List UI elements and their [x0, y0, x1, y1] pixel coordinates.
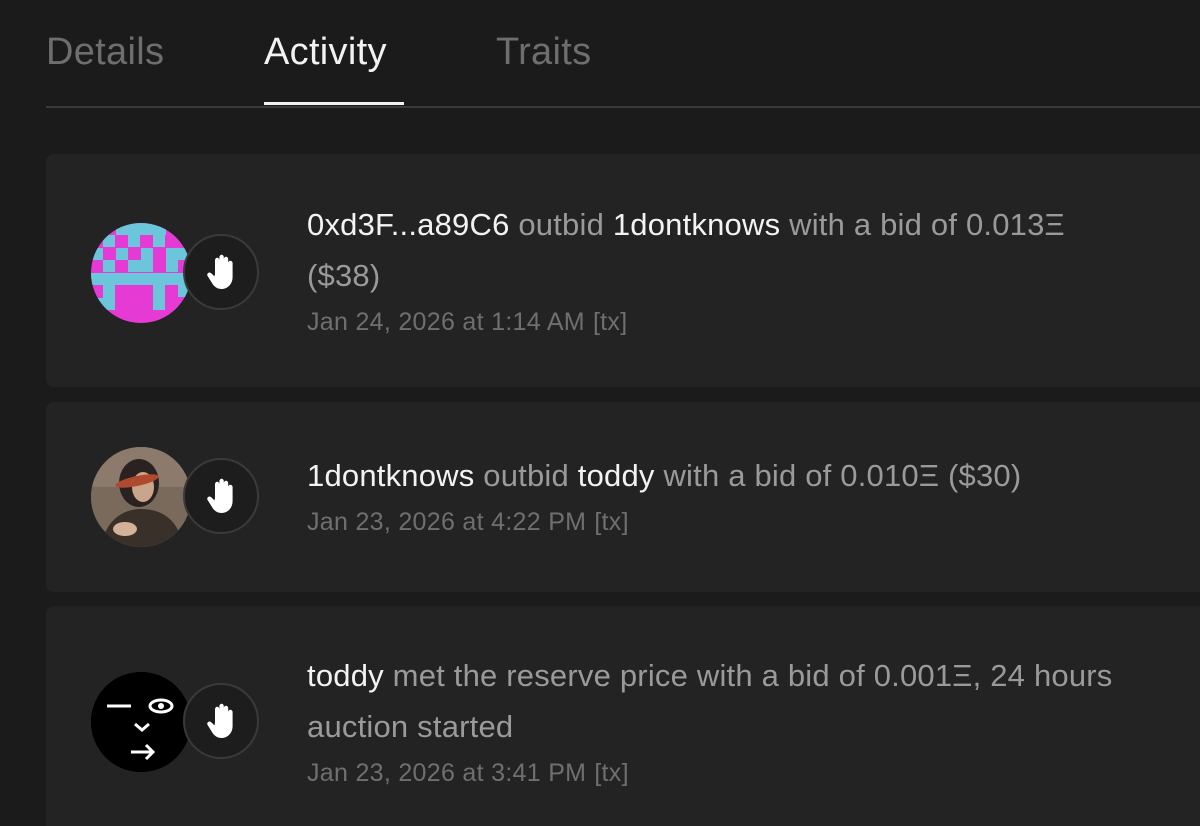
avatar[interactable] — [91, 223, 191, 323]
activity-meta: Jan 24, 2026 at 1:14 AM [tx] — [307, 308, 627, 337]
active-tab-indicator — [264, 102, 404, 105]
avatar[interactable] — [91, 672, 191, 772]
actor-link[interactable]: toddy — [307, 658, 384, 693]
face-glyph-avatar-icon — [91, 672, 191, 772]
tab-traits[interactable]: Traits — [496, 30, 591, 74]
activity-page: Details Activity Traits 0xd3F...a89C6 ou… — [0, 0, 1200, 826]
activity-text: 0xd3F...a89C6 outbid 1dontknows with a b… — [307, 199, 1127, 301]
activity-item: toddy met the reserve price with a bid o… — [46, 606, 1200, 826]
activity-meta: Jan 23, 2026 at 4:22 PM [tx] — [307, 508, 629, 537]
tx-link[interactable]: [tx] — [593, 308, 628, 336]
hand-icon — [207, 478, 233, 513]
tx-link[interactable]: [tx] — [594, 508, 629, 536]
timestamp: Jan 23, 2026 at 4:22 PM — [307, 508, 587, 536]
pixel-art-avatar-icon — [91, 223, 191, 323]
avatar[interactable] — [91, 447, 191, 547]
activity-item: 0xd3F...a89C6 outbid 1dontknows with a b… — [46, 154, 1200, 387]
activity-text: toddy met the reserve price with a bid o… — [307, 650, 1157, 752]
tab-details[interactable]: Details — [46, 30, 164, 74]
timestamp: Jan 23, 2026 at 3:41 PM — [307, 759, 587, 787]
bid-badge — [183, 683, 259, 759]
activity-text: 1dontknows outbid toddy with a bid of 0.… — [307, 450, 1187, 501]
actor-link[interactable]: 0xd3F...a89C6 — [307, 207, 510, 242]
activity-item: 1dontknows outbid toddy with a bid of 0.… — [46, 402, 1200, 592]
target-link[interactable]: toddy — [578, 458, 655, 493]
action-text: outbid — [483, 458, 569, 493]
tab-bar: Details Activity Traits — [46, 0, 1200, 108]
detail-text: with a bid of 0.010Ξ ($30) — [663, 458, 1022, 493]
action-text: outbid — [518, 207, 605, 242]
actor-link[interactable]: 1dontknows — [307, 458, 474, 493]
bid-badge — [183, 458, 259, 534]
hand-icon — [207, 254, 233, 289]
activity-meta: Jan 23, 2026 at 3:41 PM [tx] — [307, 759, 629, 788]
portrait-avatar-icon — [91, 447, 191, 547]
hand-icon — [207, 703, 233, 738]
target-link[interactable]: 1dontknows — [613, 207, 780, 242]
timestamp: Jan 24, 2026 at 1:14 AM — [307, 308, 585, 336]
tx-link[interactable]: [tx] — [594, 759, 629, 787]
action-text: met the reserve price with a bid of 0.00… — [307, 658, 1113, 744]
tab-activity[interactable]: Activity — [264, 30, 387, 74]
bid-badge — [183, 234, 259, 310]
